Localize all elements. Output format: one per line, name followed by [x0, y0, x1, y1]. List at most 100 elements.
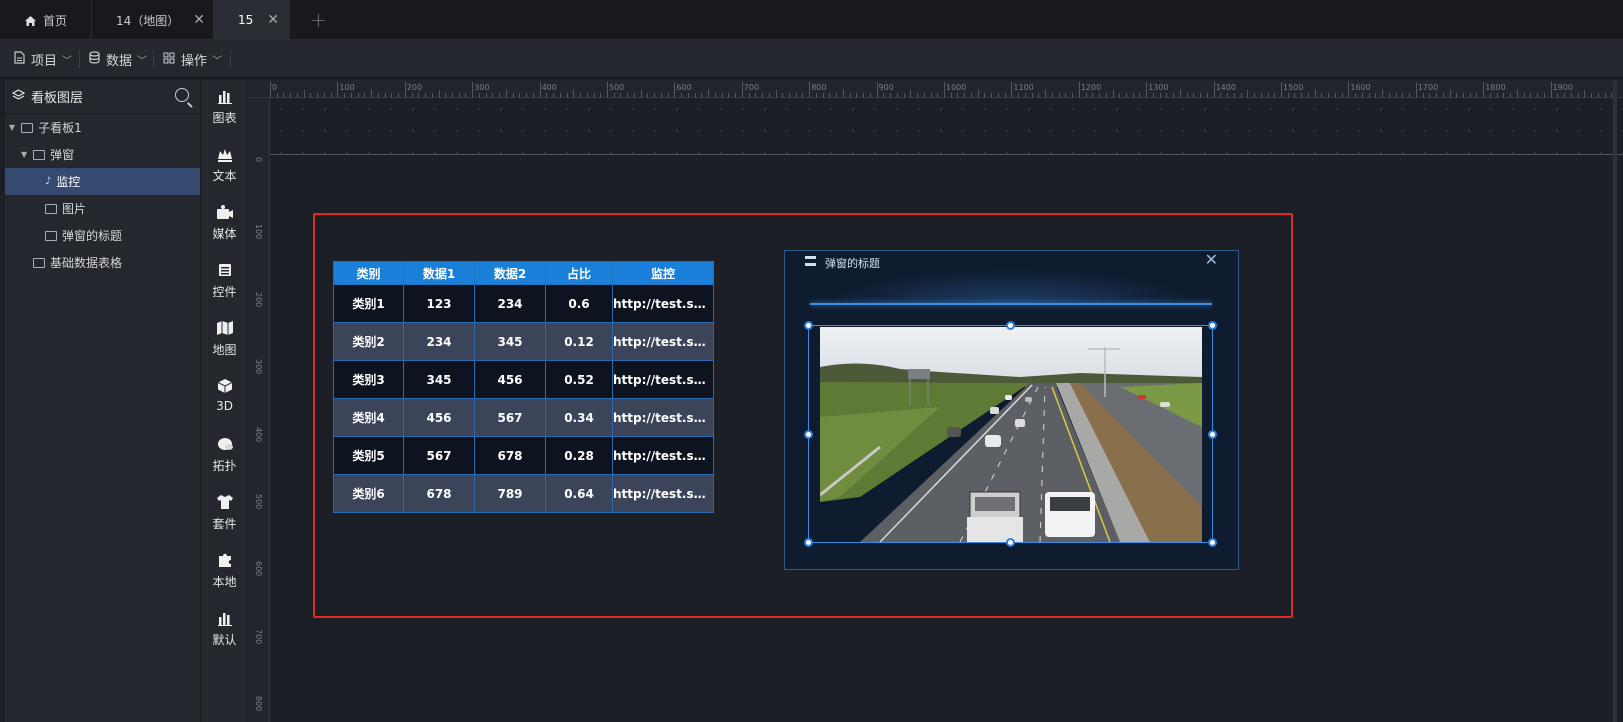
- layers-icon: [11, 88, 26, 105]
- table-cell: 0.12: [545, 322, 613, 361]
- vertical-scrollbar[interactable]: [1613, 80, 1617, 722]
- resize-handle-s[interactable]: [1006, 538, 1015, 547]
- file-icon: [14, 51, 25, 67]
- ruler-label: 200: [406, 83, 423, 92]
- table-cell-link[interactable]: http://test.sha...: [612, 360, 714, 399]
- ruler-tick: [404, 82, 406, 98]
- monitor-layer-icon: ♪: [45, 176, 52, 187]
- caret-down-icon[interactable]: ▼: [21, 150, 27, 159]
- tab-map[interactable]: 14（地图） ✕: [92, 0, 214, 40]
- bar-chart-icon: [201, 610, 248, 630]
- rail-item-text[interactable]: 文本: [201, 146, 248, 196]
- rail-item-local[interactable]: 本地: [201, 552, 248, 602]
- ruler-label: 500: [254, 494, 263, 510]
- resize-handle-sw[interactable]: [804, 538, 813, 547]
- column-header: 数据2: [474, 261, 546, 285]
- tab-15[interactable]: 15 ✕: [214, 0, 290, 40]
- table-cell-link[interactable]: http://test.sha...: [612, 284, 714, 323]
- ruler-minor-tick: [1179, 90, 1181, 98]
- rail-item-media[interactable]: 媒体: [201, 204, 248, 254]
- ruler-tick: [607, 82, 608, 98]
- table-row[interactable]: 类别4 456 567 0.34 http://test.sha...: [333, 398, 714, 437]
- ruler-tick: [270, 82, 271, 98]
- rail-item-kit[interactable]: 套件: [201, 494, 248, 544]
- ruler-label: 1900: [1552, 83, 1573, 92]
- table-row[interactable]: 类别3 345 456 0.52 http://test.sha...: [333, 360, 714, 399]
- table-cell-link[interactable]: http://test.sha...: [612, 474, 714, 513]
- table-cell: 789: [474, 474, 546, 513]
- ruler-label: 200: [254, 291, 263, 308]
- ruler-minor-tick: [438, 90, 440, 98]
- layer-item-sub-board[interactable]: ▼ 子看板1: [5, 114, 205, 141]
- rail-item-default[interactable]: 默认: [201, 610, 248, 660]
- tab-home[interactable]: 首页: [0, 0, 92, 40]
- layer-item-data-table[interactable]: 基础数据表格: [5, 249, 205, 276]
- ruler-tick: [1213, 82, 1215, 98]
- ruler-label: 600: [254, 561, 263, 577]
- table-cell-link[interactable]: http://test.sha...: [612, 322, 714, 361]
- table-cell: 345: [474, 322, 546, 361]
- table-row[interactable]: 类别1 123 234 0.6 http://test.sha...: [333, 284, 714, 323]
- table-cell: 类别4: [333, 398, 404, 437]
- menu-data[interactable]: 数据 ﹀: [89, 40, 147, 78]
- resize-handle-nw[interactable]: [804, 321, 813, 330]
- table-cell: 234: [403, 322, 475, 361]
- ruler-label: 400: [541, 83, 557, 92]
- table-cell: 类别5: [333, 436, 404, 475]
- table-row[interactable]: 类别2 234 345 0.12 http://test.sha...: [333, 322, 714, 361]
- close-icon[interactable]: ✕: [193, 12, 205, 28]
- close-icon[interactable]: ✕: [1205, 250, 1218, 269]
- rail-item-topology[interactable]: 拓扑: [201, 436, 248, 486]
- close-icon[interactable]: ✕: [267, 12, 279, 28]
- menu-operation[interactable]: 操作 ﹀: [163, 40, 222, 78]
- ruler-minor-tick: [1382, 90, 1384, 98]
- column-header: 类别: [333, 261, 404, 285]
- resize-handle-se[interactable]: [1208, 538, 1217, 547]
- text-icon: [45, 230, 57, 241]
- layer-item-image[interactable]: 图片: [5, 195, 205, 222]
- ruler-label: 1800: [1485, 83, 1506, 92]
- layers-header: 看板图层: [5, 80, 205, 114]
- resize-handle-n[interactable]: [1006, 321, 1015, 330]
- shirt-icon: [201, 494, 248, 514]
- rail-item-controls[interactable]: 控件: [201, 262, 248, 312]
- chevron-down-icon: ﹀: [212, 55, 223, 67]
- layer-item-monitor[interactable]: ♪ 监控: [5, 168, 205, 195]
- layer-item-popup[interactable]: ▼ 弹窗: [5, 141, 205, 168]
- popup-title[interactable]: 弹窗的标题: [825, 255, 880, 271]
- ruler-horizontal: 0 100 200 300 400 500 600 700 800 900 1000 1100 1200…: [248, 80, 1623, 98]
- popup-title-underline: [810, 303, 1212, 305]
- table-cell: 567: [474, 398, 546, 437]
- resize-handle-w[interactable]: [804, 430, 813, 439]
- search-icon[interactable]: [175, 88, 189, 102]
- ruler-tick: [1348, 82, 1350, 98]
- ruler-label: 400: [254, 426, 263, 442]
- table-cell-link[interactable]: http://test.sha...: [612, 436, 714, 475]
- add-tab-button[interactable]: +: [310, 8, 327, 32]
- rail-item-chart[interactable]: 图表: [201, 88, 248, 138]
- caret-down-icon[interactable]: ▼: [9, 123, 15, 132]
- basic-data-table[interactable]: 类别 数据1 数据2 占比 监控 类别1 123 234 0.6 http://…: [333, 261, 714, 513]
- image-icon: [45, 203, 57, 214]
- ruler-minor-tick: [505, 90, 507, 98]
- ruler-tick: [1415, 82, 1417, 98]
- ruler-label: 1200: [1080, 83, 1102, 92]
- resize-handle-ne[interactable]: [1208, 321, 1217, 330]
- design-canvas[interactable]: 0 100 200 300 400 500 600 700 800 900 1000 1100 1200…: [248, 80, 1623, 722]
- ruler-tick: [1011, 82, 1013, 98]
- table-cell: 678: [474, 436, 546, 475]
- ruler-tick: [1550, 82, 1552, 98]
- table-row[interactable]: 类别5 567 678 0.28 http://test.sha...: [333, 436, 714, 475]
- ruler-minor-tick: [977, 90, 979, 98]
- table-row[interactable]: 类别6 678 789 0.64 http://test.sha...: [333, 474, 714, 513]
- rail-item-3d[interactable]: 3D: [201, 378, 248, 428]
- layer-item-popup-title[interactable]: 弹窗的标题: [5, 222, 205, 249]
- resize-handle-e[interactable]: [1208, 430, 1217, 439]
- rail-item-map[interactable]: 地图: [201, 320, 248, 370]
- menu-project[interactable]: 项目 ﹀: [14, 40, 72, 78]
- ruler-tick: [876, 82, 878, 98]
- ruler-label: 700: [743, 83, 760, 92]
- chevron-down-icon: ﹀: [137, 55, 148, 67]
- table-cell-link[interactable]: http://test.sha...: [612, 398, 714, 437]
- ruler-minor-tick: [1314, 90, 1316, 98]
